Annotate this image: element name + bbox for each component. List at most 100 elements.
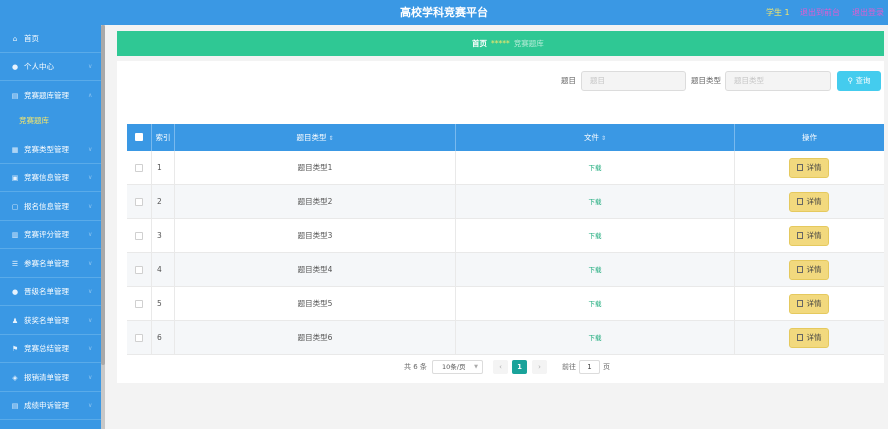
sidebar-item-scoring[interactable]: ▥ 竞赛评分管理 ∨ xyxy=(0,221,101,249)
row-select-cell xyxy=(127,185,152,219)
sidebar-item-label: 个人中心 xyxy=(24,62,54,71)
download-link[interactable]: 下载 xyxy=(589,164,602,172)
download-link[interactable]: 下载 xyxy=(589,198,602,206)
info-icon: ▣ xyxy=(11,174,19,182)
row-select-cell xyxy=(127,253,152,287)
row-checkbox[interactable] xyxy=(135,198,143,206)
table-row: 5 题目类型5 下载 详情 xyxy=(127,287,884,321)
chevron-up-icon: ∧ xyxy=(88,92,93,99)
type-cell: 题目类型1 xyxy=(175,151,456,185)
sort-icon[interactable]: ⇕ xyxy=(328,135,333,142)
index-cell: 4 xyxy=(152,253,175,287)
title-label: 题目 xyxy=(561,76,576,85)
row-checkbox[interactable] xyxy=(135,164,143,172)
download-link[interactable]: 下载 xyxy=(589,300,602,308)
download-link[interactable]: 下载 xyxy=(589,334,602,342)
scrollbar-thumb[interactable] xyxy=(101,25,105,365)
sidebar-item-signup[interactable]: ▢ 报名信息管理 ∨ xyxy=(0,193,101,221)
sidebar-item-label: 报销清单管理 xyxy=(24,373,69,382)
detail-button[interactable]: 详情 xyxy=(789,192,829,212)
chevron-left-icon: ‹ xyxy=(499,363,502,371)
type-cell: 题目类型2 xyxy=(175,185,456,219)
index-cell: 5 xyxy=(152,287,175,321)
sidebar-item-info[interactable]: ▣ 竞赛信息管理 ∨ xyxy=(0,164,101,192)
sidebar-item-reimbursement[interactable]: ◈ 报销清单管理 ∨ xyxy=(0,364,101,392)
sidebar-item-type[interactable]: ▦ 竞赛类型管理 ∨ xyxy=(0,136,101,164)
sidebar-item-question-bank[interactable]: ▤ 竞赛题库管理 ∧ xyxy=(0,82,101,110)
breadcrumb-home[interactable]: 首页 xyxy=(472,39,487,48)
sidebar-subitem-question-bank[interactable]: 竞赛题库 xyxy=(0,110,101,132)
breadcrumb-separator: ***** xyxy=(491,39,510,48)
index-cell: 3 xyxy=(152,219,175,253)
type-cell: 题目类型3 xyxy=(175,219,456,253)
top-bar: 高校学科竞赛平台 学生 1 退出到前台 退出登录 xyxy=(0,0,888,25)
query-button-label: 查询 xyxy=(855,76,871,85)
sidebar-scrollbar[interactable] xyxy=(101,25,105,429)
page-size-value: 10条/页 xyxy=(442,363,466,371)
column-type[interactable]: 题目类型 ⇕ xyxy=(175,124,456,151)
person-icon: ● xyxy=(11,63,19,71)
form-icon: ▢ xyxy=(11,203,19,211)
detail-button[interactable]: 详情 xyxy=(789,226,829,246)
title-input[interactable]: 题目 xyxy=(581,71,686,91)
sort-icon[interactable]: ⇕ xyxy=(601,135,606,142)
sidebar-item-label: 竞赛总结管理 xyxy=(24,344,69,353)
sidebar-item-participants[interactable]: ☰ 参赛名单管理 ∨ xyxy=(0,250,101,278)
detail-button-label: 详情 xyxy=(806,197,822,206)
row-checkbox[interactable] xyxy=(135,300,143,308)
type-input[interactable]: 题目类型 xyxy=(725,71,831,91)
file-cell: 下载 xyxy=(456,253,735,287)
index-cell: 1 xyxy=(152,151,175,185)
table-row: 3 题目类型3 下载 详情 xyxy=(127,219,884,253)
prev-page-button[interactable]: ‹ xyxy=(493,360,508,374)
page-number-current[interactable]: 1 xyxy=(512,360,527,374)
column-action: 操作 xyxy=(735,124,884,151)
detail-icon xyxy=(796,232,803,239)
sidebar-item-label: 参赛名单管理 xyxy=(24,259,69,268)
detail-icon xyxy=(796,266,803,273)
sidebar-item-appeal[interactable]: ▤ 成绩申诉管理 ∨ xyxy=(0,392,101,420)
row-checkbox[interactable] xyxy=(135,334,143,342)
next-page-button[interactable]: › xyxy=(532,360,547,374)
chevron-down-icon: ∨ xyxy=(88,174,93,181)
sidebar-item-label: 竞赛信息管理 xyxy=(24,173,69,182)
sidebar-item-profile[interactable]: ● 个人中心 ∨ xyxy=(0,53,101,81)
front-link[interactable]: 退出到前台 xyxy=(800,0,840,25)
column-index: 索引 xyxy=(152,124,175,151)
sidebar-item-label: 获奖名单管理 xyxy=(24,316,69,325)
sidebar-item-summary[interactable]: ⚑ 竞赛总结管理 ∨ xyxy=(0,335,101,363)
file-cell: 下载 xyxy=(456,185,735,219)
goto-page-input[interactable]: 1 xyxy=(579,360,600,374)
detail-button[interactable]: 详情 xyxy=(789,294,829,314)
sidebar-item-awards[interactable]: ♟ 获奖名单管理 ∨ xyxy=(0,307,101,335)
pagination-total: 共 6 条 xyxy=(404,363,427,371)
detail-icon xyxy=(796,164,803,171)
chevron-down-icon: ∨ xyxy=(88,317,93,324)
detail-button-label: 详情 xyxy=(806,265,822,274)
detail-button[interactable]: 详情 xyxy=(789,328,829,348)
download-link[interactable]: 下载 xyxy=(589,266,602,274)
flag-icon: ⚑ xyxy=(11,345,19,353)
query-button[interactable]: ⚲ 查询 xyxy=(837,71,881,91)
page-size-select[interactable]: 10条/页 ▼ xyxy=(432,360,483,374)
type-label: 题目类型 xyxy=(691,76,721,85)
row-select-cell xyxy=(127,219,152,253)
download-link[interactable]: 下载 xyxy=(589,232,602,240)
type-cell: 题目类型4 xyxy=(175,253,456,287)
chevron-down-icon: ∨ xyxy=(88,374,93,381)
select-all-checkbox[interactable] xyxy=(135,133,143,141)
logout-link[interactable]: 退出登录 xyxy=(852,0,884,25)
goto-label: 前往 xyxy=(562,363,576,371)
row-checkbox[interactable] xyxy=(135,232,143,240)
sidebar-item-home[interactable]: ⌂ 首页 xyxy=(0,25,101,53)
column-file[interactable]: 文件 ⇕ xyxy=(456,124,735,151)
detail-button[interactable]: 详情 xyxy=(789,158,829,178)
sidebar-item-label: 首页 xyxy=(24,34,39,43)
sidebar-item-label: 成绩申诉管理 xyxy=(24,401,69,410)
sidebar-item-promotion[interactable]: ● 晋级名单管理 ∨ xyxy=(0,278,101,306)
row-checkbox[interactable] xyxy=(135,266,143,274)
detail-button[interactable]: 详情 xyxy=(789,260,829,280)
search-icon: ⚲ xyxy=(847,76,854,85)
sidebar-item-label: 报名信息管理 xyxy=(24,202,69,211)
breadcrumb: 首页 ***** 竞赛题库 xyxy=(117,31,884,56)
